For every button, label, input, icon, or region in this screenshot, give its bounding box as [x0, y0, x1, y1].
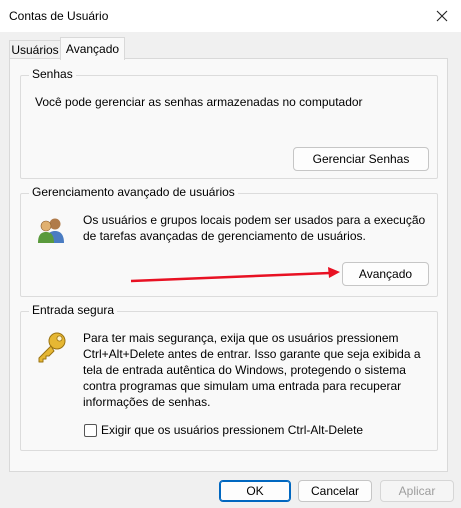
- window-title: Contas de Usuário: [9, 9, 109, 23]
- apply-button: Aplicar: [380, 480, 454, 502]
- gerenciar-senhas-label: Gerenciar Senhas: [312, 152, 410, 166]
- entrada-line-2: Ctrl+Alt+Delete antes de entrar. Isso ga…: [83, 347, 421, 361]
- ctrl-alt-delete-checkbox[interactable]: [84, 424, 97, 437]
- gerenciamento-line-2: de tarefas avançadas de gerenciamento de…: [83, 229, 366, 243]
- tab-panel-avancado: Senhas Você pode gerenciar as senhas arm…: [9, 58, 448, 472]
- avancado-button[interactable]: Avançado: [342, 262, 429, 286]
- close-icon: [436, 10, 448, 22]
- group-entrada-segura: Entrada segura Para ter mais segurança, …: [20, 303, 438, 451]
- group-entrada-label: Entrada segura: [29, 303, 118, 317]
- entrada-line-5: informações de senhas.: [83, 395, 211, 409]
- ctrl-alt-delete-label[interactable]: Exigir que os usuários pressionem Ctrl-A…: [101, 422, 363, 438]
- users-group-icon: [38, 218, 64, 243]
- group-gerenciamento-label: Gerenciamento avançado de usuários: [29, 185, 238, 199]
- tab-avancado[interactable]: Avançado: [60, 37, 125, 60]
- entrada-line-3: tela de entrada autêntica do Windows, pr…: [83, 363, 406, 377]
- ok-button-label: OK: [246, 484, 264, 498]
- apply-button-label: Aplicar: [398, 484, 436, 498]
- title-bar: Contas de Usuário: [0, 0, 461, 32]
- tab-usuarios-label: Usuários: [11, 42, 59, 57]
- entrada-line-4: contra programas que simulam uma entrada…: [83, 379, 402, 393]
- cancel-button-label: Cancelar: [310, 484, 360, 498]
- group-senhas: Senhas Você pode gerenciar as senhas arm…: [20, 67, 438, 179]
- senhas-description: Você pode gerenciar as senhas armazenada…: [35, 95, 363, 109]
- gerenciar-senhas-button[interactable]: Gerenciar Senhas: [293, 147, 429, 171]
- close-button[interactable]: [423, 0, 461, 32]
- tab-usuarios[interactable]: Usuários: [9, 40, 61, 58]
- gerenciamento-line-1: Os usuários e grupos locais podem ser us…: [83, 213, 426, 227]
- group-gerenciamento-avancado: Gerenciamento avançado de usuários Os us…: [20, 185, 438, 297]
- group-senhas-label: Senhas: [29, 67, 76, 81]
- tab-avancado-label: Avançado: [65, 42, 120, 56]
- avancado-button-label: Avançado: [358, 267, 413, 281]
- cancel-button[interactable]: Cancelar: [298, 480, 372, 502]
- key-icon: [38, 332, 66, 363]
- ok-button[interactable]: OK: [219, 480, 291, 502]
- entrada-line-1: Para ter mais segurança, exija que os us…: [83, 331, 399, 345]
